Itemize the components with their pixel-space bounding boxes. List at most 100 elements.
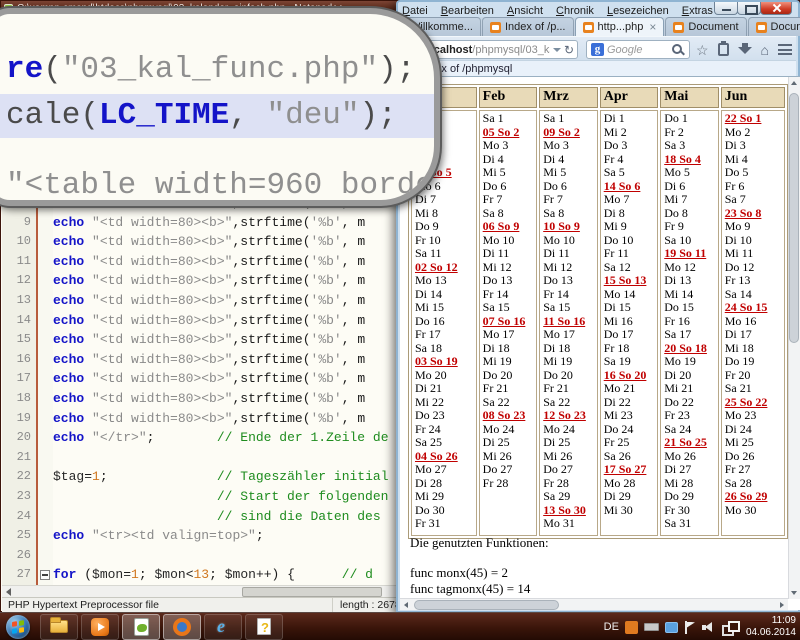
day: Fr 4: [601, 153, 658, 167]
start-button[interactable]: [6, 615, 30, 639]
tab-document[interactable]: Document: [748, 17, 800, 36]
tray-display-icon[interactable]: [665, 622, 678, 633]
day: Sa 25: [412, 436, 476, 450]
scrollbar-thumb[interactable]: [789, 93, 799, 343]
scroll-up-icon[interactable]: [788, 77, 800, 89]
code-line[interactable]: 18echo "<td width=80><b>",strftime('%b',…: [2, 389, 402, 409]
code-line[interactable]: 10echo "<td width=80><b>",strftime('%b',…: [2, 232, 402, 252]
line-number: 25: [2, 526, 38, 546]
day: Mo 16: [722, 315, 784, 329]
scroll-left-icon[interactable]: [6, 588, 11, 596]
menu-lesezeichen[interactable]: Lesezeichen: [607, 5, 669, 17]
code-line[interactable]: 23 // Start der folgenden: [2, 487, 402, 507]
tab-close-icon[interactable]: ×: [649, 22, 656, 32]
menu-ansicht[interactable]: Ansicht: [507, 5, 543, 17]
code-line[interactable]: 27for ($mon=1; $mon<13; $mon++) { // d: [2, 565, 402, 585]
page-vertical-scrollbar[interactable]: [788, 77, 800, 599]
code-line[interactable]: 16echo "<td width=80><b>",strftime('%b',…: [2, 350, 402, 370]
reload-icon[interactable]: ↻: [564, 44, 574, 56]
close-button[interactable]: [760, 2, 792, 15]
code-line[interactable]: 11echo "<td width=80><b>",strftime('%b',…: [2, 252, 402, 272]
search-icon[interactable]: [671, 43, 685, 57]
day: Mo 14: [601, 288, 658, 302]
taskbar-notepadpp-button[interactable]: [122, 614, 160, 640]
notepadpp-horizontal-scrollbar[interactable]: [2, 585, 412, 597]
day: Mo 17: [480, 328, 537, 342]
code-line[interactable]: 14echo "<td width=80><b>",strftime('%b',…: [2, 311, 402, 331]
help-icon: [257, 618, 271, 635]
tab-http-php[interactable]: http...php×: [575, 17, 665, 36]
page-content: JanFebMrzAprMaiJun Mi 1Do 2Fr 3Sa 401 So…: [400, 76, 800, 610]
code-text: echo "<td width=80><b>",strftime('%b', m: [53, 291, 365, 311]
tray-keyboard-icon[interactable]: [644, 623, 659, 631]
menu-chronik[interactable]: Chronik: [556, 5, 594, 17]
taskbar-help-button[interactable]: [245, 614, 283, 640]
firefox-window: Datei Bearbeiten Ansicht Chronik Lesezeichen…: [396, 0, 800, 613]
code-line[interactable]: 21: [2, 448, 402, 468]
menu-datei[interactable]: Datei: [402, 5, 428, 17]
code-text: echo "<td width=80><b>",strftime('%b', m: [53, 311, 365, 331]
func-line: func monx(45) = 2: [410, 565, 549, 581]
day: Mo 24: [540, 423, 597, 437]
day: Fr 9: [661, 220, 718, 234]
code-line[interactable]: 13echo "<td width=80><b>",strftime('%b',…: [2, 291, 402, 311]
code-line[interactable]: 9echo "<td width=80><b>",strftime('%b', …: [2, 213, 402, 233]
code-line[interactable]: 19echo "<td width=80><b>",strftime('%b',…: [2, 409, 402, 429]
day: Do 17: [601, 328, 658, 342]
tray-flag-icon[interactable]: [684, 621, 696, 634]
taskbar-firefox-button[interactable]: [163, 614, 201, 640]
day: Mo 19: [661, 355, 718, 369]
home-icon[interactable]: ⌂: [761, 43, 769, 57]
menu-icon[interactable]: [778, 44, 792, 55]
bookmarks-bar: Index of /phpmysql: [400, 60, 796, 76]
download-icon[interactable]: [738, 43, 752, 56]
day: Mi 26: [480, 450, 537, 464]
code-line[interactable]: 12echo "<td width=80><b>",strftime('%b',…: [2, 271, 402, 291]
menu-extras[interactable]: Extras: [682, 5, 713, 17]
code-text: // sind die Daten des: [53, 507, 388, 527]
calendar-header-row: JanFebMrzAprMaiJun: [411, 87, 785, 108]
tab-document[interactable]: Document: [665, 17, 746, 36]
tab-index-of-p-[interactable]: Index of /p...: [482, 17, 574, 36]
day-sunday: 21 So 25: [661, 436, 718, 450]
tray-network-icon[interactable]: [722, 621, 736, 633]
google-engine-icon[interactable]: g: [591, 43, 604, 56]
search-bar[interactable]: g Google: [586, 40, 690, 59]
taskbar-media-player-button[interactable]: [81, 614, 119, 640]
code-line[interactable]: 26: [2, 546, 402, 566]
tray-orange-icon[interactable]: [625, 621, 638, 634]
scroll-right-icon[interactable]: [776, 599, 788, 610]
code-line[interactable]: 22$tag=1; // Tageszähler initial: [2, 467, 402, 487]
day-sunday: 10 So 9: [540, 220, 597, 234]
lens-line-highlighted: cale(LC_TIME, "deu");: [0, 94, 434, 138]
menu-bearbeiten[interactable]: Bearbeiten: [441, 5, 494, 17]
minimize-button[interactable]: [714, 2, 738, 15]
code-line[interactable]: 24 // sind die Daten des: [2, 507, 402, 527]
clock[interactable]: 11:09 04.06.2014: [746, 615, 796, 639]
star-icon[interactable]: ☆: [696, 43, 709, 57]
scroll-left-icon[interactable]: [400, 599, 412, 610]
line-number: 20: [2, 428, 38, 448]
day: Mo 13: [412, 274, 476, 288]
scrollbar-thumb[interactable]: [414, 600, 559, 610]
taskbar-explorer-button[interactable]: [40, 614, 78, 640]
code-line[interactable]: 25echo "<tr><td valign=top>";: [2, 526, 402, 546]
clipboard-icon[interactable]: [718, 43, 729, 56]
language-indicator[interactable]: DE: [604, 621, 619, 633]
fold-collapse-icon[interactable]: [40, 570, 50, 580]
day: Mo 28: [601, 477, 658, 491]
code-text: echo "<td width=80><b>",strftime('%b', m: [53, 369, 365, 389]
scrollbar-thumb[interactable]: [242, 587, 382, 597]
scroll-down-icon[interactable]: [788, 587, 800, 599]
day: Mi 19: [540, 355, 597, 369]
code-line[interactable]: 15echo "<td width=80><b>",strftime('%b',…: [2, 330, 402, 350]
taskbar-ie-button[interactable]: [204, 614, 242, 640]
tray-volume-icon[interactable]: [702, 621, 716, 633]
url-dropdown-icon[interactable]: [553, 48, 561, 52]
maximize-button[interactable]: [737, 2, 761, 15]
code-line[interactable]: 20echo "</tr>"; // Ende der 1.Zeile de: [2, 428, 402, 448]
page-horizontal-scrollbar[interactable]: [400, 598, 788, 610]
fold-margin: [38, 389, 53, 409]
day-sunday: 24 So 15: [722, 301, 784, 315]
code-line[interactable]: 17echo "<td width=80><b>",strftime('%b',…: [2, 369, 402, 389]
